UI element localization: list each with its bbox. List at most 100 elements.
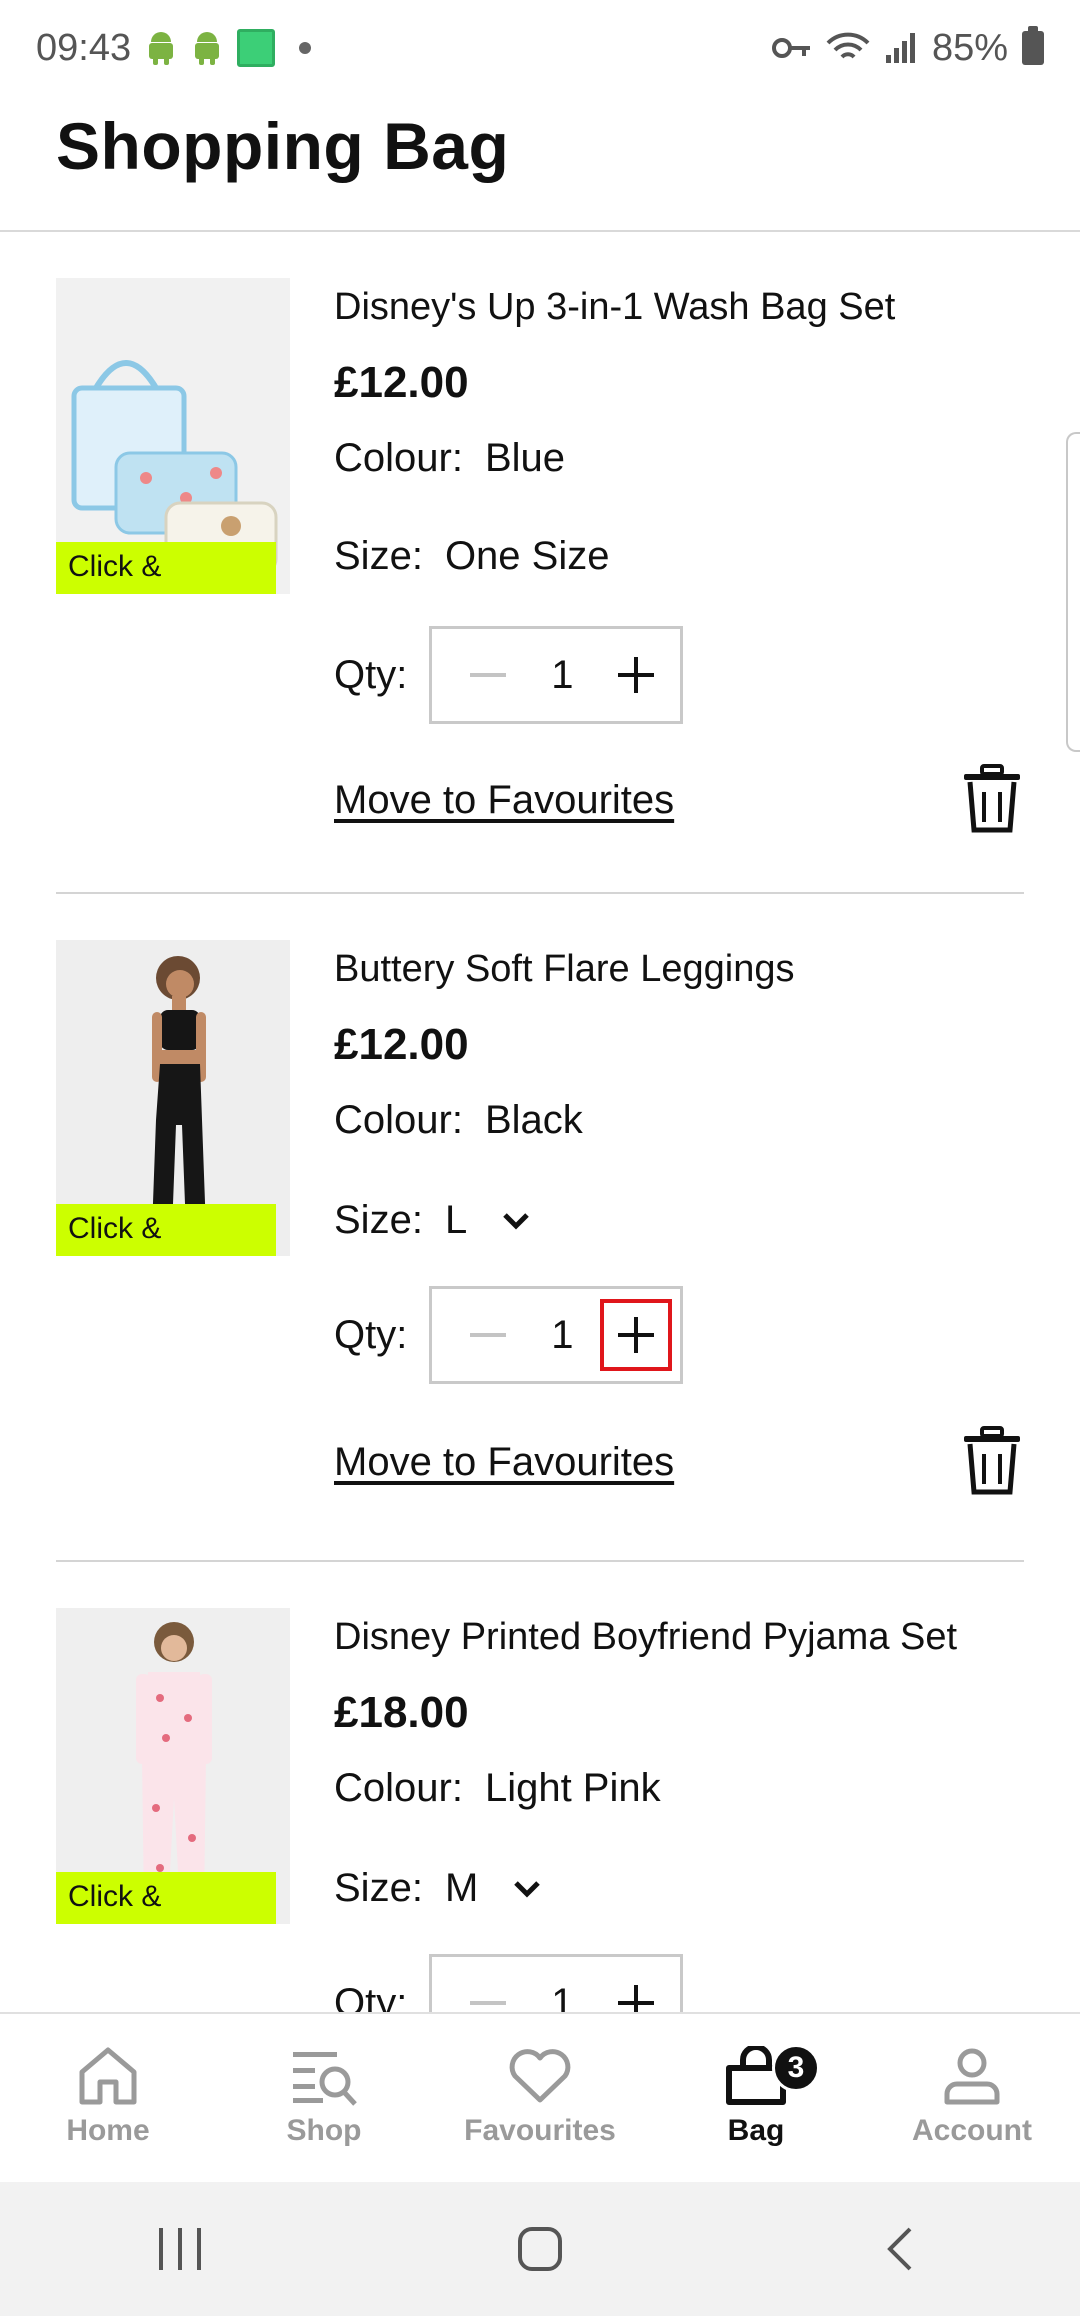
colour-label: Colour: (334, 1766, 463, 1810)
battery-icon (1022, 26, 1044, 65)
android-icon (149, 32, 174, 65)
size-select[interactable]: Size: L (334, 1198, 531, 1243)
colour-value: Blue (484, 436, 566, 480)
click-collect-badge: Click & (56, 542, 276, 594)
move-to-favourites-link[interactable]: Move to Favourites (334, 1440, 674, 1485)
product-image[interactable]: Click & (56, 1608, 290, 1924)
page-header: Shopping Bag (0, 96, 1080, 232)
item-name[interactable]: Disney Printed Boyfriend Pyjama Set (334, 1616, 957, 1659)
trash-icon (964, 1426, 1020, 1495)
screen: 09:43 85% Shopping Bag Click & Disney's … (0, 0, 1080, 2316)
qty-value: 1 (551, 652, 574, 697)
nav-label: Favourites (464, 2114, 616, 2147)
status-right: 85% (771, 26, 1044, 70)
size-row: Size: One Size (334, 534, 609, 579)
gallery-icon (237, 29, 276, 67)
item-divider (56, 1560, 1024, 1562)
bag-item: Click & Disney's Up 3-in-1 Wash Bag Set … (56, 278, 1024, 878)
bag-count-badge: 3 (772, 2044, 820, 2092)
nav-favourites[interactable]: Favourites (432, 2014, 648, 2182)
colour-value: Light Pink (484, 1766, 661, 1810)
quantity-stepper: 1 (429, 626, 684, 724)
item-price: £18.00 (334, 1688, 469, 1737)
size-value: One Size (444, 534, 610, 578)
size-label: Size: (334, 1866, 423, 1910)
shop-search-icon (293, 2052, 357, 2106)
qty-label: Qty: (334, 652, 408, 697)
increase-qty-button[interactable] (600, 1967, 672, 2012)
increase-qty-button[interactable] (600, 1299, 673, 1371)
size-value: L (444, 1198, 468, 1242)
plus-icon (618, 657, 655, 693)
item-name[interactable]: Buttery Soft Flare Leggings (334, 948, 794, 991)
bag-items-list[interactable]: Click & Disney's Up 3-in-1 Wash Bag Set … (0, 232, 1080, 2012)
colour-label: Colour: (334, 1098, 463, 1142)
minus-icon (470, 673, 507, 677)
recent-apps-icon (159, 2228, 201, 2270)
quantity-stepper: 1 (429, 1954, 684, 2013)
move-to-favourites-link[interactable]: Move to Favourites (334, 778, 674, 823)
plus-icon (618, 1317, 655, 1353)
heart-icon (509, 2049, 571, 2103)
product-image[interactable]: Click & (56, 940, 290, 1256)
qty-value: 1 (551, 1312, 574, 1357)
remove-item-button[interactable] (960, 764, 1024, 834)
decrease-qty-button[interactable] (452, 1967, 524, 2012)
colour-row: Colour: Black (334, 1098, 583, 1143)
nav-shop[interactable]: Shop (216, 2014, 432, 2182)
clock: 09:43 (36, 26, 132, 69)
qty-row: Qty: 1 (334, 626, 684, 724)
notification-dot-icon (299, 42, 312, 54)
nav-label: Shop (286, 2114, 362, 2147)
back-button[interactable] (850, 2199, 950, 2299)
edge-panel-handle[interactable] (1066, 432, 1080, 752)
page-title: Shopping Bag (56, 109, 510, 183)
qty-value: 1 (551, 1980, 574, 2013)
trash-icon (964, 764, 1020, 833)
wifi-icon (826, 32, 870, 59)
nav-label: Bag (727, 2114, 785, 2147)
qty-row: Qty: 1 (334, 1954, 684, 2013)
signal-icon (885, 33, 915, 63)
chevron-down-icon (503, 1212, 529, 1230)
click-collect-badge: Click & (56, 1204, 276, 1256)
nav-label: Account (912, 2114, 1032, 2147)
system-nav-bar (0, 2182, 1080, 2316)
status-left: 09:43 (36, 26, 312, 70)
size-value: M (444, 1866, 479, 1910)
status-bar: 09:43 85% (0, 0, 1080, 96)
bag-item: Click & Disney Printed Boyfriend Pyjama … (56, 1608, 1024, 2012)
qty-row: Qty: 1 (334, 1286, 684, 1384)
recent-apps-button[interactable] (130, 2199, 230, 2299)
bag-item: Click & Buttery Soft Flare Leggings £12.… (56, 940, 1024, 1540)
android-icon (195, 32, 220, 65)
colour-row: Colour: Blue (334, 436, 565, 481)
plus-icon (618, 1985, 655, 2012)
item-price: £12.00 (334, 1020, 469, 1069)
account-icon (944, 2048, 1000, 2105)
chevron-down-icon (514, 1880, 541, 1898)
size-label: Size: (334, 1198, 423, 1242)
minus-icon (470, 2001, 507, 2005)
item-price: £12.00 (334, 358, 469, 407)
remove-item-button[interactable] (960, 1426, 1024, 1496)
nav-bag[interactable]: 3 Bag (648, 2014, 864, 2182)
nav-account[interactable]: Account (864, 2014, 1080, 2182)
home-button[interactable] (490, 2199, 590, 2299)
nav-home[interactable]: Home (0, 2014, 216, 2182)
back-chevron-icon (887, 2227, 912, 2271)
home-square-icon (518, 2227, 562, 2271)
minus-icon (470, 1333, 507, 1337)
qty-label: Qty: (334, 1980, 408, 2013)
key-icon (771, 38, 810, 58)
decrease-qty-button[interactable] (452, 639, 524, 711)
increase-qty-button[interactable] (600, 639, 672, 711)
colour-label: Colour: (334, 436, 463, 480)
product-image[interactable]: Click & (56, 278, 290, 594)
quantity-stepper: 1 (429, 1286, 684, 1384)
item-name[interactable]: Disney's Up 3-in-1 Wash Bag Set (334, 286, 895, 329)
colour-value: Black (484, 1098, 583, 1142)
home-icon (79, 2047, 137, 2105)
decrease-qty-button[interactable] (452, 1299, 524, 1371)
size-select[interactable]: Size: M (334, 1866, 542, 1911)
